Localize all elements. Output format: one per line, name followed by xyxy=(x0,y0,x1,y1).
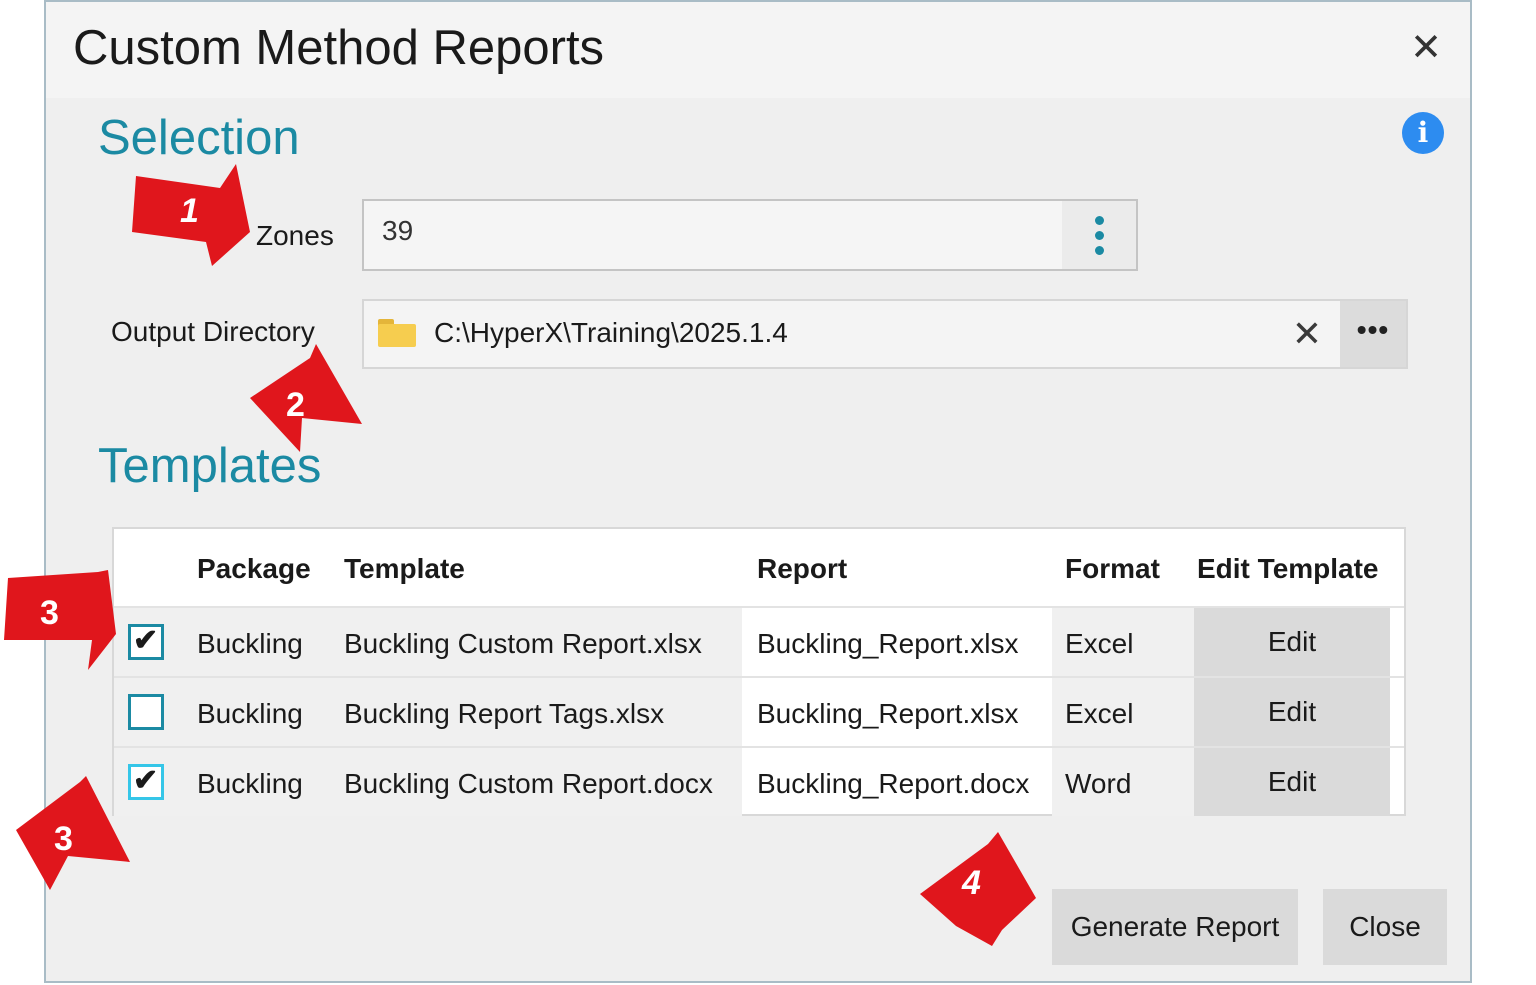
output-directory-field[interactable]: C:\HyperX\Training\2025.1.4 ✕ ••• xyxy=(362,299,1408,369)
checkmark-icon: ✔ xyxy=(133,624,159,657)
template-cell: Buckling Custom Report.xlsx xyxy=(344,628,702,659)
callout-number: 4 xyxy=(961,864,981,902)
package-cell: Buckling xyxy=(197,698,303,729)
callout-number: 1 xyxy=(180,192,199,230)
templates-grid: Package Template Report Format Edit Temp… xyxy=(112,527,1406,816)
row-checkbox[interactable] xyxy=(128,694,164,730)
table-row: ✔ Buckling Buckling Custom Report.docx B… xyxy=(114,746,1404,816)
checkbox-cell: ✔ xyxy=(114,608,184,676)
folder-icon xyxy=(378,319,416,347)
info-icon[interactable]: i xyxy=(1402,112,1444,154)
column-header-edit-template: Edit Template xyxy=(1197,553,1379,584)
table-row: Buckling Buckling Report Tags.xlsx Buckl… xyxy=(114,676,1404,746)
package-cell: Buckling xyxy=(197,768,303,799)
zones-value: 39 xyxy=(382,215,414,246)
title-bar: Custom Method Reports ✕ xyxy=(46,2,1470,98)
row-checkbox[interactable]: ✔ xyxy=(128,624,164,660)
callout-3b: 3 xyxy=(16,776,130,890)
generate-report-button[interactable]: Generate Report xyxy=(1052,889,1298,965)
edit-button[interactable]: Edit xyxy=(1194,608,1390,676)
zones-field[interactable]: 39 xyxy=(362,199,1138,271)
package-cell: Buckling xyxy=(197,628,303,659)
more-vertical-icon[interactable] xyxy=(1062,201,1136,269)
checkmark-icon: ✔ xyxy=(133,764,159,797)
clear-icon[interactable]: ✕ xyxy=(1284,311,1330,357)
column-header-report: Report xyxy=(757,553,848,584)
callout-number: 3 xyxy=(40,594,59,632)
callout-4: 4 xyxy=(920,832,1036,946)
close-icon[interactable]: ✕ xyxy=(1402,24,1450,72)
callout-1: 1 xyxy=(132,164,250,266)
zones-label: Zones xyxy=(256,220,334,251)
edit-button[interactable]: Edit xyxy=(1194,678,1390,746)
edit-button[interactable]: Edit xyxy=(1194,748,1390,816)
column-header-format: Format xyxy=(1065,553,1160,584)
callout-2: 2 xyxy=(250,344,362,452)
report-cell: Buckling_Report.xlsx xyxy=(757,628,1019,659)
output-directory-value: C:\HyperX\Training\2025.1.4 xyxy=(434,317,788,348)
report-cell: Buckling_Report.docx xyxy=(757,768,1030,799)
callout-number: 3 xyxy=(54,820,73,858)
table-row: ✔ Buckling Buckling Custom Report.xlsx B… xyxy=(114,606,1404,676)
browse-button[interactable]: ••• xyxy=(1340,301,1406,367)
format-cell: Excel xyxy=(1065,628,1134,659)
report-cell: Buckling_Report.xlsx xyxy=(757,698,1019,729)
column-header-package: Package xyxy=(197,553,311,584)
close-button[interactable]: Close xyxy=(1323,889,1447,965)
checkbox-cell xyxy=(114,678,184,746)
template-cell: Buckling Report Tags.xlsx xyxy=(344,698,665,729)
selection-heading: Selection xyxy=(98,111,300,165)
format-cell: Word xyxy=(1065,768,1132,799)
column-header-template: Template xyxy=(344,553,465,584)
format-cell: Excel xyxy=(1065,698,1134,729)
callout-number: 2 xyxy=(286,386,305,424)
callout-3a: 3 xyxy=(4,570,116,670)
dialog-title: Custom Method Reports xyxy=(73,21,605,75)
template-cell: Buckling Custom Report.docx xyxy=(344,768,713,799)
custom-method-reports-dialog: Custom Method Reports ✕ i Selection Zone… xyxy=(44,0,1472,983)
